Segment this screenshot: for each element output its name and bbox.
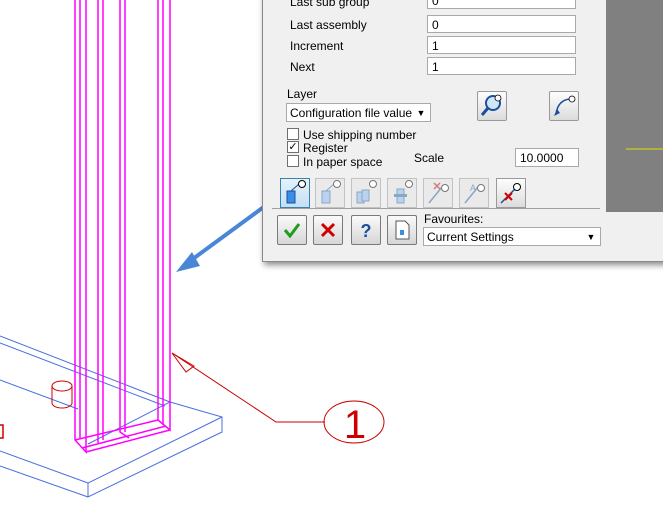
magnifier-icon [480,94,502,116]
tag-text-icon: A [464,183,485,204]
field-label: Next [290,60,315,74]
ok-button[interactable] [277,215,307,245]
tag-object-button[interactable] [280,178,310,208]
favourites-select[interactable]: Current Settings ▼ [423,227,601,246]
tag-delete-button[interactable] [496,178,526,208]
anchor-cylinder [51,380,73,409]
balloon-number: 1 [344,403,366,447]
question-icon: ? [361,221,372,241]
field-last-sub-group: Last sub group 0 [290,0,582,13]
field-label: Increment [290,39,344,53]
leader-style-button[interactable] [549,91,579,121]
scale-label: Scale [414,151,445,165]
favourites-select-value: Current Settings [427,230,514,244]
cancel-button[interactable] [313,215,343,245]
tag-text-button[interactable]: A [459,178,489,208]
scale-input[interactable]: 10.0000 [515,148,579,167]
tag-group-icon [394,180,413,204]
chevron-down-icon: ▼ [416,108,426,118]
document-icon [395,220,410,240]
tag-cross-icon [428,182,449,204]
preview-drawing [626,148,663,150]
tag-object-icon [286,180,306,204]
checkmark-icon [283,223,301,239]
part-mark-dialog: Last sub group 0 Last assembly 0 Increme… [262,0,663,262]
svg-text:?: ? [361,221,372,241]
in-paper-space-label: In paper space [303,155,383,169]
favourites-label: Favourites: [424,212,484,226]
pick-zoom-button[interactable] [477,91,507,121]
close-icon [320,222,336,238]
layer-select[interactable]: Configuration file value ▼ [286,103,431,122]
red-mark [0,424,4,439]
register-label: Register [303,141,348,155]
tag-group-button[interactable] [387,178,417,208]
help-button[interactable]: ? [351,215,381,245]
in-paper-space-checkbox[interactable] [287,155,299,167]
last-sub-group-input[interactable]: 0 [427,0,576,9]
increment-input[interactable]: 1 [427,36,576,54]
tag-attached-icon [321,180,341,204]
field-label: Last assembly [290,18,367,32]
tag-delete-icon [500,183,521,204]
field-last-assembly: Last assembly 0 [290,15,582,33]
layer-label: Layer [287,87,318,101]
tag-repeat-icon [356,180,377,204]
layer-select-value: Configuration file value [290,106,413,120]
use-shipping-number-checkbox[interactable] [287,128,299,140]
svg-text:A: A [470,183,476,193]
preview-viewport [606,0,663,212]
tag-cross-button[interactable] [423,178,453,208]
register-checkbox[interactable]: ✓ [287,141,299,153]
chevron-down-icon: ▼ [586,232,596,242]
next-input[interactable]: 1 [427,57,576,75]
field-increment: Increment 1 [290,36,582,54]
leader-curve-icon [554,95,576,116]
tag-attached-button[interactable] [315,178,345,208]
base-plate [0,335,223,498]
tag-repeat-button[interactable] [351,178,381,208]
use-shipping-number-label: Use shipping number [303,128,417,142]
steel-column [74,0,171,454]
field-label: Last sub group [290,0,370,9]
field-next: Next 1 [290,57,582,75]
save-settings-button[interactable] [387,215,417,245]
last-assembly-input[interactable]: 0 [427,15,576,33]
